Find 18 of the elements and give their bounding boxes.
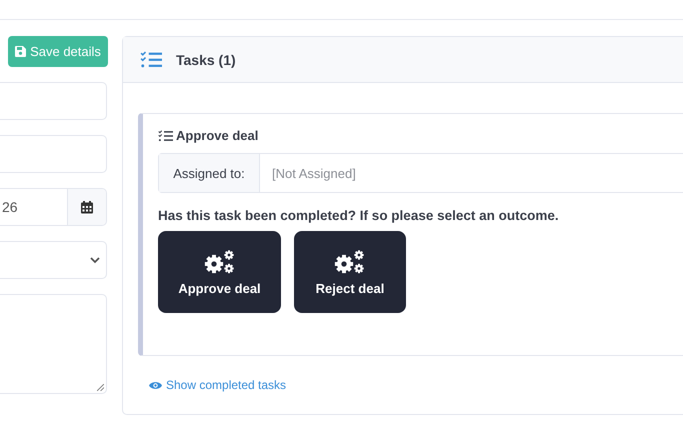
calendar-icon xyxy=(81,200,93,214)
resize-grip-icon xyxy=(97,384,104,391)
task-list-icon xyxy=(140,50,162,68)
task-list-icon xyxy=(158,130,173,142)
outcome-button[interactable]: Reject deal xyxy=(294,231,406,313)
text-area[interactable] xyxy=(0,294,107,394)
outcome-question: Has this task been completed? If so please select an outcome. xyxy=(158,208,560,223)
text-field[interactable] xyxy=(0,135,107,173)
outcome-button[interactable]: Approve deal xyxy=(158,231,281,313)
date-field[interactable]: 26 xyxy=(0,188,107,226)
text-field[interactable] xyxy=(0,82,107,120)
select-field[interactable] xyxy=(0,241,107,279)
assigned-label: Assigned to: xyxy=(159,154,260,192)
assigned-value: [Not Assigned] xyxy=(271,164,356,183)
task-title: Approve deal xyxy=(176,128,258,143)
eye-icon xyxy=(149,380,162,390)
chevron-down-icon xyxy=(90,256,100,264)
panel-title: Tasks (1) xyxy=(176,52,236,68)
